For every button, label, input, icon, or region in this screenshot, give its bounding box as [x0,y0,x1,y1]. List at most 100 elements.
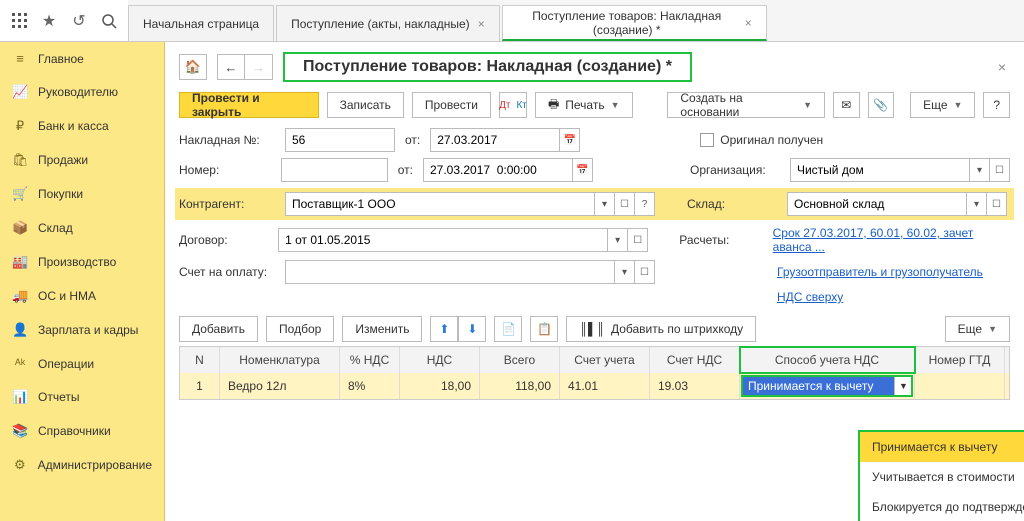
box-icon: 📦 [12,220,28,236]
cell-gtd[interactable] [915,373,1005,399]
search-icon[interactable] [96,8,122,34]
chevron-down-icon[interactable]: ▼ [894,376,912,396]
forward-button[interactable]: → [245,54,273,80]
cell-total[interactable]: 118,00 [480,373,560,399]
sidebar-item-assets[interactable]: 🚚ОС и НМА [0,279,164,313]
vat-option[interactable]: Принимается к вычету [860,432,1024,462]
sidebar-item-warehouse[interactable]: 📦Склад [0,211,164,245]
chevron-down-icon[interactable]: ▾ [595,192,615,216]
col-vat-pct[interactable]: % НДС [340,347,400,373]
cell-vat-pct[interactable]: 8% [340,373,400,399]
col-vat[interactable]: НДС [400,347,480,373]
more-button[interactable]: Еще▼ [910,92,975,118]
number-input[interactable] [281,158,387,182]
tab-home[interactable]: Начальная страница [128,5,274,41]
home-button[interactable]: 🏠 [179,54,207,80]
calculations-link[interactable]: Срок 27.03.2017, 60.01, 60.02, зачет ава… [773,226,1010,254]
tab-invoice-create[interactable]: Поступление товаров: Накладная (создание… [502,5,767,41]
cell-account[interactable]: 41.01 [560,373,650,399]
help-icon[interactable]: ? [635,192,655,216]
close-icon[interactable]: × [478,17,485,31]
items-grid: N Номенклатура % НДС НДС Всего Счет учет… [179,346,1010,400]
books-icon: 📚 [12,423,28,439]
table-row[interactable]: 1 Ведро 12л 8% 18,00 118,00 41.01 19.03 … [180,373,1009,399]
open-icon[interactable]: ☐ [635,260,655,284]
create-on-basis-button[interactable]: Создать на основании▼ [667,92,825,118]
sidebar-item-manager[interactable]: 📈Руководителю [0,75,164,109]
chevron-down-icon[interactable]: ▾ [967,192,987,216]
table-more-button[interactable]: Еще▼ [945,316,1010,342]
vat-method-dropdown[interactable]: Принимается к вычету ▼ [742,376,912,396]
back-button[interactable]: ← [217,54,245,80]
paste-button[interactable]: 📋 [530,316,558,342]
sidebar-item-reports[interactable]: 📊Отчеты [0,380,164,414]
sidebar-item-main[interactable]: ≡Главное [0,42,164,75]
vat-option[interactable]: Учитывается в стоимости [860,462,1024,492]
original-received-checkbox[interactable]: Оригинал получен [700,133,823,147]
print-button[interactable]: 🖶Печать▼ [535,92,633,118]
dt-kt-button[interactable]: ДᴛКᴛ [499,92,527,118]
close-page-button[interactable]: × [994,55,1010,79]
move-down-button[interactable]: ⬇ [458,316,486,342]
grid-header: N Номенклатура % НДС НДС Всего Счет учет… [180,347,1009,373]
tab-receipts[interactable]: Поступление (акты, накладные)× [276,5,500,41]
open-icon[interactable]: ☐ [628,228,648,252]
sidebar-item-directories[interactable]: 📚Справочники [0,414,164,448]
form: Накладная №: от: 📅 Оригинал получен Номе… [179,128,1010,304]
col-vat-account[interactable]: Счет НДС [650,347,740,373]
sidebar-item-production[interactable]: 🏭Производство [0,245,164,279]
sidebar-item-sales[interactable]: 🛍Продажи [0,143,164,177]
chevron-down-icon[interactable]: ▾ [608,228,628,252]
cell-vat-method[interactable]: Принимается к вычету ▼ [740,373,915,399]
copy-button[interactable]: 📄 [494,316,522,342]
close-icon[interactable]: × [745,16,752,30]
sidebar-item-operations[interactable]: ᴬᵏОперации [0,347,164,380]
organization-input[interactable] [790,158,970,182]
attach-button[interactable]: 📎 [868,92,895,118]
sidebar-item-purchases[interactable]: 🛒Покупки [0,177,164,211]
col-n[interactable]: N [180,347,220,373]
col-vat-method[interactable]: Способ учета НДС [740,347,915,373]
open-icon[interactable]: ☐ [990,158,1010,182]
invoice-date-input[interactable] [430,128,560,152]
cell-vat[interactable]: 18,00 [400,373,480,399]
invoice-number-input[interactable] [285,128,395,152]
move-up-button[interactable]: ⬆ [430,316,458,342]
shipper-link[interactable]: Грузоотправитель и грузополучатель [777,265,983,279]
sidebar-item-admin[interactable]: ⚙Администрирование [0,448,164,482]
cell-vat-account[interactable]: 19.03 [650,373,740,399]
sidebar-item-payroll[interactable]: 👤Зарплата и кадры [0,313,164,347]
open-icon[interactable]: ☐ [615,192,635,216]
post-button[interactable]: Провести [412,92,491,118]
favorite-icon[interactable]: ★ [36,8,62,34]
barcode-button[interactable]: ║▌║Добавить по штрихкоду [566,316,756,342]
table-toolbar: Добавить Подбор Изменить ⬆⬇ 📄 📋 ║▌║Добав… [179,316,1010,342]
vat-option[interactable]: Блокируется до подтверждения 0% [860,492,1024,521]
chevron-down-icon[interactable]: ▾ [970,158,990,182]
number-date-input[interactable] [423,158,573,182]
cell-nomenclature[interactable]: Ведро 12л [220,373,340,399]
warehouse-input[interactable] [787,192,967,216]
col-total[interactable]: Всего [480,347,560,373]
chevron-down-icon[interactable]: ▾ [615,260,635,284]
calendar-icon[interactable]: 📅 [573,158,593,182]
post-and-close-button[interactable]: Провести и закрыть [179,92,319,118]
vat-top-link[interactable]: НДС сверху [777,290,843,304]
edit-button[interactable]: Изменить [342,316,422,342]
history-icon[interactable]: ↺ [66,8,92,34]
bill-input[interactable] [285,260,615,284]
col-gtd[interactable]: Номер ГТД [915,347,1005,373]
save-button[interactable]: Записать [327,92,404,118]
calendar-icon[interactable]: 📅 [560,128,580,152]
open-icon[interactable]: ☐ [987,192,1007,216]
col-nomenclature[interactable]: Номенклатура [220,347,340,373]
add-row-button[interactable]: Добавить [179,316,258,342]
apps-icon[interactable] [6,8,32,34]
help-button[interactable]: ? [983,92,1010,118]
col-account[interactable]: Счет учета [560,347,650,373]
contract-input[interactable] [278,228,608,252]
pick-button[interactable]: Подбор [266,316,334,342]
mail-button[interactable]: ✉ [833,92,860,118]
counterparty-input[interactable] [285,192,595,216]
sidebar-item-bank[interactable]: ₽Банк и касса [0,109,164,143]
